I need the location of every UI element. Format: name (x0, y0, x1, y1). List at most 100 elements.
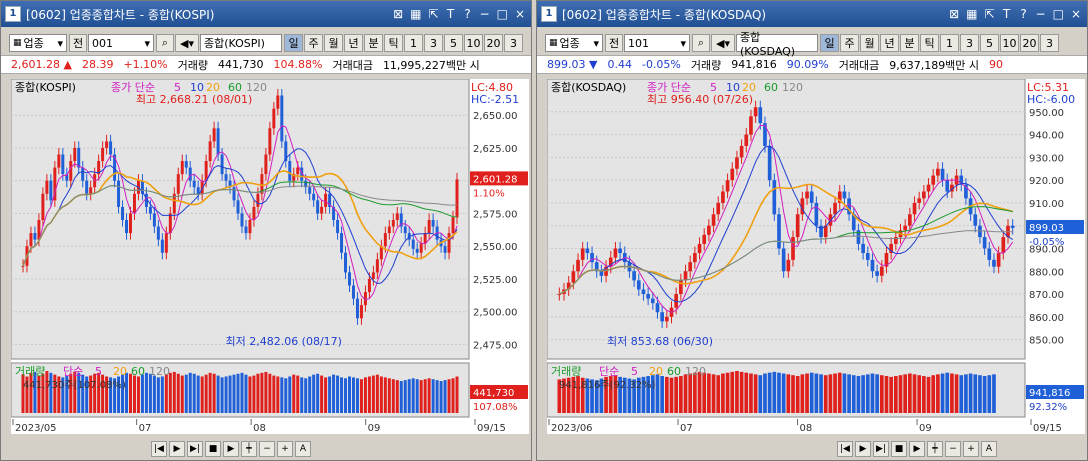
candle (842, 191, 847, 199)
period-tab-9[interactable]: 10 (464, 34, 483, 52)
first-icon[interactable]: |◀ (151, 441, 167, 457)
volume-bar (753, 374, 758, 413)
close-icon[interactable]: × (515, 7, 525, 21)
period-tab-5[interactable]: 틱 (920, 34, 939, 52)
title-bar[interactable]: 1 [0602] 업종종합차트 - 종합(KOSDAQ) ⊠ ▦ ⇱ T ? −… (537, 1, 1087, 27)
search-button[interactable]: ⌕ (692, 34, 710, 52)
price-chart[interactable]: 950.00940.00930.00920.00910.00900.00890.… (546, 78, 1085, 434)
link-icon[interactable]: ⇱ (984, 7, 994, 21)
pin-icon[interactable]: ⊠ (949, 7, 959, 21)
period-tab-11[interactable]: 3 (1040, 34, 1059, 52)
period-tab-4[interactable]: 분 (900, 34, 919, 52)
period-tab-3[interactable]: 년 (880, 34, 899, 52)
prev-button[interactable]: 전 (69, 34, 87, 52)
zoom-in-icon[interactable]: + (963, 441, 979, 457)
pin-icon[interactable]: ⊠ (393, 7, 403, 21)
volume-bar (917, 375, 922, 413)
down-arrow-icon: ▼ (589, 58, 598, 71)
period-tab-5[interactable]: 틱 (384, 34, 403, 52)
scroll-track-icon[interactable]: ┿ (241, 441, 257, 457)
market-select[interactable]: ▦ 업종 ▾ (545, 34, 603, 52)
candle (875, 271, 879, 276)
prev-button[interactable]: 전 (605, 34, 623, 52)
candle (833, 202, 837, 215)
auto-icon[interactable]: A (981, 441, 997, 457)
last-icon[interactable]: ▶ (909, 441, 925, 457)
period-tab-0[interactable]: 일 (284, 34, 303, 52)
code-input[interactable]: 001 ▾ (88, 34, 154, 52)
minimize-icon[interactable]: − (1036, 7, 1046, 21)
candle (395, 213, 399, 220)
auto-icon[interactable]: A (295, 441, 311, 457)
link-icon[interactable]: ⇱ (428, 7, 438, 21)
title-bar[interactable]: 1 [0602] 업종종합차트 - 종합(KOSPI) ⊠ ▦ ⇱ T ? − … (1, 1, 531, 27)
period-tab-10[interactable]: 20 (1020, 34, 1039, 52)
low-annotation: 최저 853.68 (06/30) (607, 335, 713, 348)
fast-forward-icon[interactable]: ▶| (873, 441, 889, 457)
period-tab-2[interactable]: 월 (860, 34, 879, 52)
period-tab-9[interactable]: 10 (1000, 34, 1019, 52)
help-icon[interactable]: ? (1019, 7, 1029, 21)
help-icon[interactable]: ? (463, 7, 473, 21)
candle (168, 213, 172, 234)
candle (749, 116, 753, 135)
search-icon: ⌕ (697, 36, 705, 49)
price-chart[interactable]: 2,650.002,625.002,600.002,575.002,550.00… (10, 78, 529, 434)
period-tab-6[interactable]: 1 (940, 34, 959, 52)
zoom-out-icon[interactable]: − (259, 441, 275, 457)
play-icon[interactable]: ▶ (169, 441, 185, 457)
period-tab-8[interactable]: 5 (980, 34, 999, 52)
stop-icon[interactable]: ■ (891, 441, 907, 457)
period-tab-11[interactable]: 3 (504, 34, 523, 52)
grid-icon[interactable]: ▦ (410, 7, 421, 21)
minimize-icon[interactable]: − (480, 7, 490, 21)
chart-scrollbar[interactable]: |◀ ▶ ▶| ■ ▶ ┿ − + A (151, 440, 311, 458)
first-icon[interactable]: |◀ (837, 441, 853, 457)
maximize-icon[interactable]: □ (1053, 7, 1064, 21)
stop-icon[interactable]: ■ (205, 441, 221, 457)
chart-area[interactable]: 2,650.002,625.002,600.002,575.002,550.00… (10, 78, 529, 437)
code-input[interactable]: 101 ▾ (624, 34, 690, 52)
period-tab-7[interactable]: 3 (960, 34, 979, 52)
text-icon[interactable]: T (1002, 7, 1012, 21)
close-icon[interactable]: × (1071, 7, 1081, 21)
candle (753, 107, 758, 117)
period-tab-4[interactable]: 분 (364, 34, 383, 52)
volume-bar (403, 380, 407, 413)
candle (160, 239, 164, 253)
period-tab-3[interactable]: 년 (344, 34, 363, 52)
chart-scrollbar[interactable]: |◀ ▶ ▶| ■ ▶ ┿ − + A (837, 440, 997, 458)
zoom-out-icon[interactable]: − (945, 441, 961, 457)
candle (371, 272, 375, 279)
candle (735, 157, 739, 169)
maximize-icon[interactable]: □ (497, 7, 508, 21)
candle (945, 180, 950, 192)
toolbar: ▦ 업종 ▾ 전 101 ▾ ⌕ ◀▾ 종합(KOSDAQ) 일 주 월 년 분 틱 1 3 5 10 2… (537, 31, 1087, 58)
period-tab-7[interactable]: 3 (424, 34, 443, 52)
play-icon[interactable]: ▶ (855, 441, 871, 457)
period-tab-0[interactable]: 일 (820, 34, 839, 52)
grid-icon[interactable]: ▦ (966, 7, 977, 21)
volume-bar (940, 373, 945, 413)
scroll-track-icon[interactable]: ┿ (927, 441, 943, 457)
speaker-button[interactable]: ◀▾ (175, 34, 199, 52)
period-tab-2[interactable]: 월 (324, 34, 343, 52)
period-tab-1[interactable]: 주 (840, 34, 859, 52)
speaker-button[interactable]: ◀▾ (711, 34, 735, 52)
search-button[interactable]: ⌕ (156, 34, 174, 52)
volume-bar (982, 376, 987, 413)
quote-bar: 899.03 ▼ 0.44 -0.05% 거래량 941,816 90.09% … (537, 55, 1087, 74)
fast-forward-icon[interactable]: ▶| (187, 441, 203, 457)
volume-bar (922, 376, 926, 413)
period-tab-1[interactable]: 주 (304, 34, 323, 52)
text-icon[interactable]: T (446, 7, 456, 21)
chart-area[interactable]: 950.00940.00930.00920.00910.00900.00890.… (546, 78, 1085, 437)
candle (917, 198, 922, 203)
candle (618, 248, 622, 254)
zoom-in-icon[interactable]: + (277, 441, 293, 457)
period-tab-8[interactable]: 5 (444, 34, 463, 52)
period-tab-6[interactable]: 1 (404, 34, 423, 52)
last-icon[interactable]: ▶ (223, 441, 239, 457)
market-select[interactable]: ▦ 업종 ▾ (9, 34, 67, 52)
period-tab-10[interactable]: 20 (484, 34, 503, 52)
